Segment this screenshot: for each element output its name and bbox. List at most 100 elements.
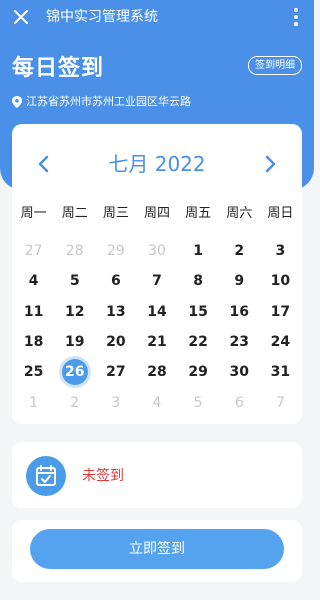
calendar-day-number: 26 bbox=[61, 359, 88, 386]
calendar-day[interactable]: 29 bbox=[178, 357, 219, 387]
calendar-day-number: 3 bbox=[111, 394, 121, 411]
calendar-day-number: 1 bbox=[193, 243, 203, 260]
calendar-day-number: 28 bbox=[147, 364, 167, 381]
calendar-day[interactable]: 30 bbox=[136, 236, 177, 266]
checkin-detail-button[interactable]: 签到明细 bbox=[248, 56, 302, 75]
calendar-day[interactable]: 27 bbox=[13, 236, 54, 266]
calendar-day[interactable]: 15 bbox=[178, 297, 219, 327]
calendar-day[interactable]: 28 bbox=[136, 357, 177, 387]
calendar-day-number: 9 bbox=[234, 273, 245, 290]
calendar-day-number: 7 bbox=[275, 394, 285, 411]
calendar-day-today[interactable]: 26 bbox=[54, 357, 95, 387]
chevron-right-icon[interactable] bbox=[260, 153, 280, 175]
location-text: 江苏省苏州市苏州工业园区华云路 bbox=[26, 95, 191, 108]
calendar-day[interactable]: 5 bbox=[178, 387, 219, 417]
calendar-day[interactable]: 29 bbox=[95, 236, 136, 266]
calendar-day[interactable]: 1 bbox=[13, 387, 54, 417]
calendar-day-number: 8 bbox=[193, 273, 203, 290]
calendar-day-number: 1 bbox=[29, 394, 39, 411]
calendar-day-number: 24 bbox=[270, 334, 291, 351]
calendar-day[interactable]: 6 bbox=[219, 387, 260, 417]
calendar-day[interactable]: 7 bbox=[260, 387, 301, 417]
calendar-day[interactable]: 22 bbox=[178, 327, 219, 357]
calendar-check-icon bbox=[26, 456, 66, 496]
calendar-day-number: 5 bbox=[193, 394, 203, 411]
calendar-day-number: 4 bbox=[152, 394, 162, 411]
calendar-day-number: 14 bbox=[147, 303, 167, 320]
month-label: 七月 2022 bbox=[108, 152, 206, 176]
close-icon[interactable] bbox=[10, 6, 32, 28]
calendar-day[interactable]: 20 bbox=[95, 327, 136, 357]
weekday-label: 周二 bbox=[61, 206, 88, 221]
calendar-day[interactable]: 13 bbox=[95, 297, 136, 327]
calendar-day-number: 30 bbox=[229, 364, 250, 381]
calendar-day[interactable]: 4 bbox=[136, 387, 177, 417]
calendar-day-number: 27 bbox=[106, 364, 126, 381]
calendar-day[interactable]: 18 bbox=[13, 327, 54, 357]
calendar-day-number: 10 bbox=[270, 273, 291, 290]
calendar-day[interactable]: 6 bbox=[95, 266, 136, 296]
calendar-day-number: 19 bbox=[64, 334, 85, 351]
calendar-day[interactable]: 24 bbox=[260, 327, 301, 357]
weekday-label: 周四 bbox=[143, 206, 170, 221]
calendar-day-number: 7 bbox=[152, 273, 162, 290]
checkin-button[interactable]: 立即签到 bbox=[30, 529, 284, 569]
calendar-day-number: 11 bbox=[23, 303, 44, 320]
app-title: 锦中实习管理系统 bbox=[46, 9, 158, 25]
calendar-day-number: 23 bbox=[229, 334, 250, 351]
calendar-day[interactable]: 1 bbox=[178, 236, 219, 266]
calendar-day-number: 29 bbox=[106, 243, 125, 260]
calendar-day[interactable]: 2 bbox=[219, 236, 260, 266]
action-card: 立即签到 bbox=[12, 520, 302, 582]
calendar-day[interactable]: 21 bbox=[136, 327, 177, 357]
calendar-day[interactable]: 3 bbox=[260, 236, 301, 266]
calendar-day-number: 2 bbox=[70, 394, 80, 411]
calendar-card: 七月 2022 周一 周二 周三 周四 周五 周六 周日 27 28 29 30 1 2 3 4 5 6 7 8 9… bbox=[12, 124, 302, 424]
calendar-day[interactable]: 2 bbox=[54, 387, 95, 417]
calendar-day-number: 28 bbox=[65, 243, 84, 260]
calendar-day-number: 25 bbox=[23, 364, 44, 381]
calendar-day-number: 31 bbox=[270, 364, 291, 381]
calendar-day[interactable]: 3 bbox=[95, 387, 136, 417]
calendar-day-number: 3 bbox=[275, 243, 286, 260]
calendar-day[interactable]: 8 bbox=[178, 266, 219, 296]
weekday-label: 周五 bbox=[185, 206, 212, 221]
calendar-day[interactable]: 16 bbox=[219, 297, 260, 327]
calendar-day-number: 27 bbox=[24, 243, 43, 260]
calendar-day[interactable]: 23 bbox=[219, 327, 260, 357]
weekday-label: 周一 bbox=[20, 206, 47, 221]
calendar-day[interactable]: 28 bbox=[54, 236, 95, 266]
calendar-day-number: 13 bbox=[106, 303, 126, 320]
checkin-status-card: 未签到 bbox=[12, 442, 302, 508]
calendar-day[interactable]: 9 bbox=[219, 266, 260, 296]
weekday-header: 周一 周二 周三 周四 周五 周六 周日 bbox=[13, 206, 301, 222]
calendar-day-number: 17 bbox=[270, 303, 291, 320]
page-title: 每日签到 bbox=[12, 56, 105, 81]
calendar-day-number: 5 bbox=[69, 273, 80, 290]
calendar-day-number: 15 bbox=[188, 303, 208, 320]
calendar-day[interactable]: 30 bbox=[219, 357, 260, 387]
location-pin-icon bbox=[12, 96, 22, 108]
calendar-day[interactable]: 27 bbox=[95, 357, 136, 387]
calendar-day[interactable]: 10 bbox=[260, 266, 301, 296]
calendar-day[interactable]: 17 bbox=[260, 297, 301, 327]
calendar-day-number: 6 bbox=[110, 273, 121, 290]
top-bar: 锦中实习管理系统 bbox=[0, 0, 314, 34]
calendar-day-number: 18 bbox=[23, 334, 44, 351]
calendar-day[interactable]: 11 bbox=[13, 297, 54, 327]
calendar-day[interactable]: 7 bbox=[136, 266, 177, 296]
calendar-day[interactable]: 14 bbox=[136, 297, 177, 327]
calendar-day-number: 4 bbox=[28, 273, 39, 290]
calendar-day-number: 12 bbox=[64, 303, 85, 320]
more-options-icon[interactable] bbox=[288, 6, 304, 28]
calendar-day[interactable]: 4 bbox=[13, 266, 54, 296]
calendar-day-number: 21 bbox=[147, 334, 167, 351]
calendar-day[interactable]: 19 bbox=[54, 327, 95, 357]
weekday-label: 周六 bbox=[226, 206, 253, 221]
weekday-label: 周日 bbox=[267, 206, 294, 221]
calendar-day[interactable]: 5 bbox=[54, 266, 95, 296]
calendar-day[interactable]: 31 bbox=[260, 357, 301, 387]
calendar-day[interactable]: 25 bbox=[13, 357, 54, 387]
calendar-day-number: 6 bbox=[234, 394, 244, 411]
calendar-day[interactable]: 12 bbox=[54, 297, 95, 327]
